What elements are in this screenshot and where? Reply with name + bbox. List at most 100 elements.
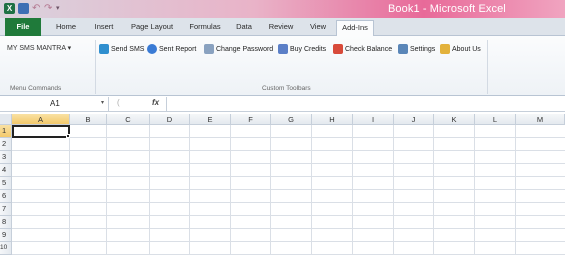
gridline (352, 125, 353, 255)
gridline (12, 228, 565, 229)
name-box-dropdown-icon[interactable]: ▾ (101, 99, 104, 106)
column-header-k[interactable]: K (434, 114, 475, 125)
column-header-b[interactable]: B (70, 114, 107, 125)
buy-credits-label: Buy Credits (290, 45, 327, 53)
formula-input[interactable] (166, 97, 565, 111)
name-box-value: A1 (50, 99, 60, 108)
settings-label: Settings (410, 45, 436, 53)
row-header-6[interactable]: 6 (0, 190, 12, 203)
sent-report-button[interactable]: Sent Report (147, 43, 196, 55)
column-header-d[interactable]: D (150, 114, 190, 125)
excel-app-icon[interactable]: X (4, 3, 15, 14)
ribbon-tab-bar: File Home Insert Page Layout Formulas Da… (0, 18, 565, 37)
gridline (149, 125, 150, 255)
group-separator (487, 40, 488, 94)
gridline (12, 202, 565, 203)
active-cell-a1[interactable] (12, 125, 70, 138)
group-separator (95, 40, 96, 94)
gridline (12, 137, 565, 138)
send-sms-button[interactable]: Send SMS (99, 43, 144, 55)
buy-credits-button[interactable]: Buy Credits (278, 43, 326, 55)
worksheet-grid[interactable]: A B C D E F G H I J K L M 1 2 3 4 5 6 7 … (0, 114, 565, 255)
formula-buttons: ( fx (112, 97, 166, 111)
window-title: Book1 - Microsoft Excel (388, 3, 506, 15)
tab-review[interactable]: Review (265, 20, 297, 36)
about-us-button[interactable]: About Us (440, 43, 481, 55)
formula-bar: A1 ▾ ( fx (0, 96, 565, 112)
tab-page-layout[interactable]: Page Layout (127, 20, 177, 36)
column-header-l[interactable]: L (475, 114, 516, 125)
my-sms-mantra-label: MY SMS MANTRA (7, 45, 66, 52)
row-header-1[interactable]: 1 (0, 125, 12, 138)
gridline (12, 215, 565, 216)
tab-home[interactable]: Home (50, 20, 82, 36)
tab-view[interactable]: View (305, 20, 331, 36)
sent-report-label: Sent Report (159, 45, 197, 53)
change-password-label: Change Password (216, 45, 274, 53)
check-balance-label: Check Balance (345, 45, 393, 53)
tab-data[interactable]: Data (231, 20, 257, 36)
change-password-icon (204, 44, 214, 54)
tab-file[interactable]: File (5, 18, 41, 36)
chevron-down-icon: ▾ (67, 45, 72, 52)
cancel-icon[interactable]: ( (117, 98, 120, 107)
tab-insert[interactable]: Insert (88, 20, 120, 36)
save-icon[interactable] (18, 3, 29, 14)
gridline (515, 125, 516, 255)
select-all-corner[interactable] (0, 114, 12, 125)
tab-add-ins[interactable]: Add-Ins (336, 20, 374, 37)
ribbon: MY SMS MANTRA ▾ Menu Commands Send SMS S… (0, 36, 565, 96)
quick-access-toolbar: X ↶ ↷ ▾ (4, 3, 67, 14)
title-bar: X ↶ ↷ ▾ Book1 - Microsoft Excel (0, 0, 565, 18)
column-header-a[interactable]: A (12, 114, 70, 125)
column-header-h[interactable]: H (312, 114, 353, 125)
settings-icon (398, 44, 408, 54)
column-header-g[interactable]: G (271, 114, 312, 125)
gridline (12, 150, 565, 151)
column-header-c[interactable]: C (107, 114, 150, 125)
column-header-m[interactable]: M (516, 114, 565, 125)
check-balance-icon (333, 44, 343, 54)
about-us-label: About Us (452, 45, 481, 53)
gridline (12, 163, 565, 164)
buy-credits-icon (278, 44, 288, 54)
gridline (230, 125, 231, 255)
gridline (393, 125, 394, 255)
gridline (106, 125, 107, 255)
row-header-7[interactable]: 7 (0, 203, 12, 216)
column-header-e[interactable]: E (190, 114, 231, 125)
settings-button[interactable]: Settings (398, 43, 435, 55)
insert-function-icon[interactable]: fx (152, 98, 159, 107)
row-header-8[interactable]: 8 (0, 216, 12, 229)
group-label-custom-toolbars: Custom Toolbars (262, 85, 311, 92)
sent-report-icon (147, 44, 157, 54)
column-header-f[interactable]: F (231, 114, 271, 125)
customize-qat-icon[interactable]: ▾ (56, 3, 67, 14)
fill-handle[interactable] (66, 134, 70, 138)
gridline (433, 125, 434, 255)
my-sms-mantra-menu[interactable]: MY SMS MANTRA ▾ (7, 44, 71, 52)
check-balance-button[interactable]: Check Balance (333, 43, 392, 55)
redo-icon[interactable]: ↷ (44, 3, 53, 14)
row-header-9[interactable]: 9 (0, 229, 12, 242)
gridline (189, 125, 190, 255)
name-box[interactable]: A1 ▾ (0, 97, 109, 111)
change-password-button[interactable]: Change Password (204, 43, 273, 55)
row-header-5[interactable]: 5 (0, 177, 12, 190)
row-header-10[interactable]: 10 (0, 242, 12, 255)
send-sms-label: Send SMS (111, 45, 145, 53)
gridline (69, 125, 70, 255)
gridline (311, 125, 312, 255)
gridline (474, 125, 475, 255)
column-header-i[interactable]: I (353, 114, 394, 125)
tab-formulas[interactable]: Formulas (184, 20, 226, 36)
column-header-j[interactable]: J (394, 114, 434, 125)
row-header-3[interactable]: 3 (0, 151, 12, 164)
group-label-menu-commands: Menu Commands (10, 85, 62, 92)
row-header-2[interactable]: 2 (0, 138, 12, 151)
row-header-4[interactable]: 4 (0, 164, 12, 177)
send-sms-icon (99, 44, 109, 54)
about-us-icon (440, 44, 450, 54)
gridline (12, 176, 565, 177)
undo-icon[interactable]: ↶ (32, 3, 41, 14)
